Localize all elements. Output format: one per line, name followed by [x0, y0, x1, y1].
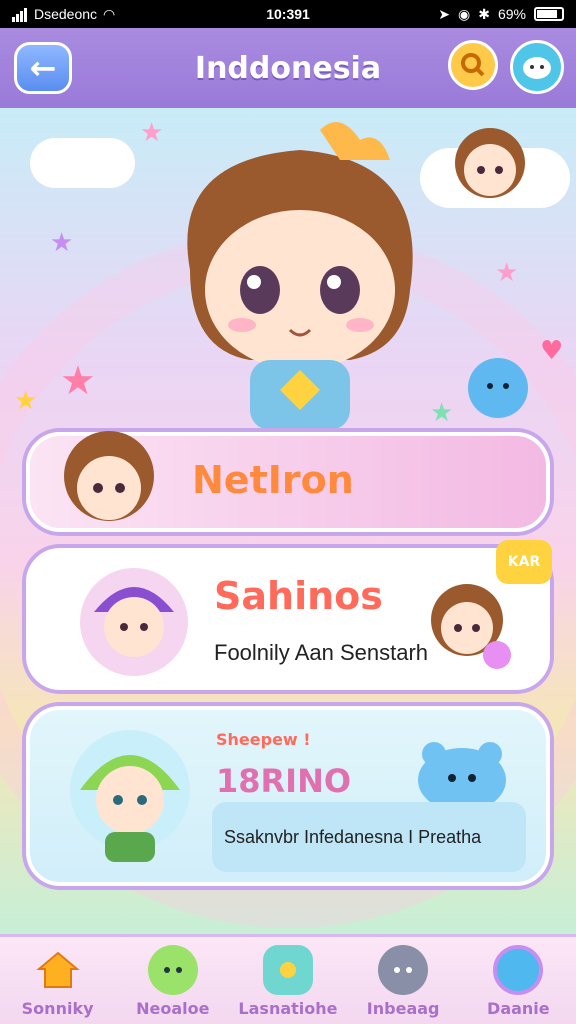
- house-icon: [33, 945, 83, 995]
- menu-card-netiron[interactable]: NetIron: [26, 431, 550, 532]
- back-arrow-icon: ←: [29, 49, 57, 87]
- page-title: Inddonesia: [194, 50, 382, 86]
- badge: KAR: [496, 540, 552, 584]
- star-decoration: ♥: [540, 336, 564, 366]
- battery-percent: 69%: [497, 6, 526, 22]
- nav-item-sonniky[interactable]: Sonniky: [8, 945, 108, 1018]
- bluetooth-icon: ✱: [478, 5, 490, 22]
- star-decoration: ★: [50, 228, 74, 258]
- wifi-icon: ◠: [103, 5, 116, 22]
- chibi-character-small: [455, 128, 525, 198]
- card-code: 18RINO: [216, 762, 352, 800]
- nav-label: Daanie: [487, 999, 550, 1018]
- alarm-icon: ◉: [458, 5, 471, 22]
- battery-icon: [534, 7, 564, 21]
- carrier-label: Dsedeonc: [34, 6, 98, 22]
- star-decoration: ★: [14, 386, 38, 416]
- cat-icon: [378, 945, 429, 995]
- chibi-avatar: [80, 568, 188, 676]
- flower-icon: [262, 945, 313, 995]
- card-subtitle: Foolnily Aan Senstarh: [214, 640, 429, 665]
- star-decoration: ★: [60, 358, 96, 404]
- chibi-character-hero: [187, 122, 413, 430]
- nav-label: Neoaloe: [136, 999, 210, 1018]
- mascot-chat-icon: [523, 57, 551, 79]
- card-title: Sahinos: [214, 574, 383, 618]
- cloud-decoration: [30, 138, 135, 188]
- back-button[interactable]: ←: [14, 42, 72, 94]
- nav-item-lasnatiohe[interactable]: Lasnatiohe: [238, 945, 338, 1018]
- status-bar: Dsedeonc ◠ 10:391 ➤ ◉ ✱ 69%: [0, 0, 576, 28]
- nav-label: Inbeaag: [366, 999, 440, 1018]
- card-title: NetIron: [192, 458, 354, 502]
- nav-item-inbeaag[interactable]: Inbeaag: [353, 945, 453, 1018]
- signal-icon: [12, 6, 28, 22]
- orb-icon: [493, 945, 544, 995]
- chibi-avatar: [70, 730, 190, 862]
- menu-card-info[interactable]: Sheepew ! 18RINO Ssaknvbr Infedanesna I …: [26, 706, 550, 886]
- nav-label: Lasnatiohe: [238, 999, 338, 1018]
- nav-label: Sonniky: [21, 999, 94, 1018]
- search-icon: [461, 53, 485, 77]
- chibi-character-side: [431, 584, 511, 669]
- location-icon: ➤: [438, 5, 451, 22]
- chat-button[interactable]: [510, 40, 564, 94]
- star-decoration: ★: [495, 258, 519, 288]
- card-label: Sheepew !: [216, 730, 311, 749]
- nav-item-daanie[interactable]: Daanie: [468, 945, 568, 1018]
- nav-item-neoaloe[interactable]: Neoaloe: [123, 945, 223, 1018]
- info-box: Ssaknvbr Infedanesna I Preatha: [212, 802, 526, 872]
- chibi-avatar: [64, 431, 154, 521]
- menu-card-sahinos[interactable]: Sahinos Foolnily Aan Senstarh KAR: [26, 540, 552, 690]
- bottom-nav: Sonniky Neoaloe Lasnatiohe Inbeaag Daani…: [0, 934, 576, 1024]
- search-button[interactable]: [448, 40, 498, 90]
- green-blob-icon: [147, 945, 198, 995]
- app-header: ← Inddonesia: [0, 28, 576, 108]
- status-time: 10:391: [266, 6, 310, 22]
- blue-blob-character: [468, 358, 528, 418]
- main-scene: ★ ★ ★ ★ ★ ★ ♥ NetIron Sahinos Foolnily A…: [0, 108, 576, 934]
